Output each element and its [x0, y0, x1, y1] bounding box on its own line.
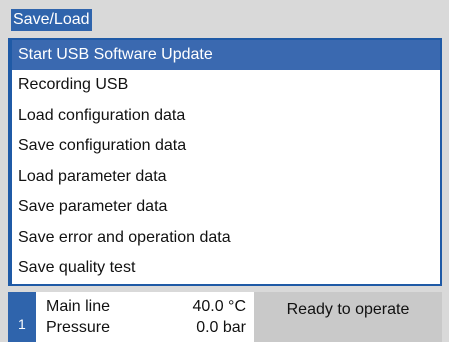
menu-item-save-parameter-data[interactable]: Save parameter data	[12, 192, 440, 222]
main-line-value: 40.0 °C	[192, 298, 246, 315]
pressure-label: Pressure	[46, 319, 111, 336]
status-values-panel: Main line 40.0 °C Pressure 0.0 bar	[36, 292, 254, 342]
menu-item-start-usb-software-update[interactable]: Start USB Software Update	[12, 40, 440, 70]
status-index-number: 1	[18, 316, 26, 332]
pressure-value: 0.0 bar	[196, 319, 246, 336]
menu-frame: Start USB Software Update Recording USB …	[8, 38, 442, 286]
menu-item-recording-usb[interactable]: Recording USB	[12, 70, 440, 100]
save-load-menu: Start USB Software Update Recording USB …	[12, 40, 440, 284]
title-bar: Save/Load	[8, 7, 442, 33]
menu-item-save-configuration-data[interactable]: Save configuration data	[12, 131, 440, 161]
page-title: Save/Load	[11, 9, 92, 31]
main-line-label: Main line	[46, 298, 111, 315]
status-message: Ready to operate	[254, 292, 442, 342]
status-bar: 1 Main line 40.0 °C Pressure 0.0 bar Rea…	[8, 292, 442, 342]
device-screen: Save/Load Start USB Software Update Reco…	[0, 0, 449, 342]
pressure-row: Pressure 0.0 bar	[46, 318, 246, 338]
menu-item-save-quality-test[interactable]: Save quality test	[12, 253, 440, 283]
menu-item-load-configuration-data[interactable]: Load configuration data	[12, 101, 440, 131]
menu-item-load-parameter-data[interactable]: Load parameter data	[12, 162, 440, 192]
menu-item-save-error-and-operation-data[interactable]: Save error and operation data	[12, 223, 440, 253]
main-line-row: Main line 40.0 °C	[46, 297, 246, 317]
status-index-badge: 1	[8, 292, 36, 342]
